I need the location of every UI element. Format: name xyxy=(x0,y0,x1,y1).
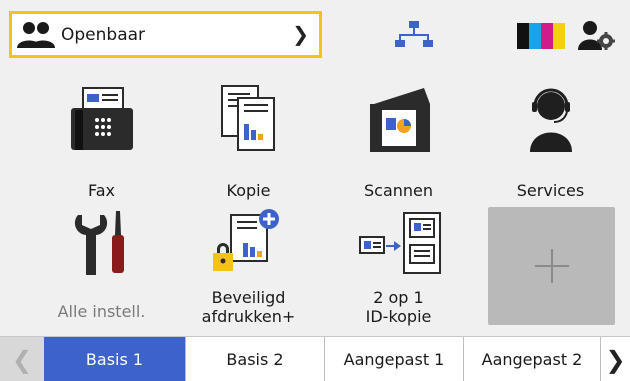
tab-scroll-right-icon[interactable]: ❯ xyxy=(601,337,630,381)
copy-icon xyxy=(218,84,280,156)
chevron-right-icon: ❯ xyxy=(292,22,309,46)
headset-person-icon xyxy=(516,84,586,158)
tab-bar: ❮ Basis 1 Basis 2 Aangepast 1 Aangepast … xyxy=(0,336,630,381)
tab-basis-1[interactable]: Basis 1 xyxy=(44,337,186,381)
id-copy-tile[interactable]: 2 op 1 ID-kopie xyxy=(336,209,461,326)
users-icon xyxy=(16,21,60,49)
secure-print-label-line2: afdrukken+ xyxy=(201,307,296,326)
services-label: Services xyxy=(516,181,585,200)
ink-black xyxy=(517,23,529,49)
tab-aangepast-2[interactable]: Aangepast 2 xyxy=(464,337,601,381)
add-shortcut-button[interactable] xyxy=(488,207,615,325)
fax-label: Fax xyxy=(87,181,115,200)
scan-tile[interactable]: Scannen xyxy=(336,82,461,200)
user-selector-label: Openbaar xyxy=(61,24,146,45)
function-grid: Fax Kopie Scannen Services Alle instell.… xyxy=(0,68,630,336)
ink-yellow xyxy=(553,23,565,49)
id-copy-label-line2: ID-kopie xyxy=(365,307,432,326)
network-icon[interactable] xyxy=(393,20,435,50)
tools-icon xyxy=(72,209,132,281)
tab-basis-2[interactable]: Basis 2 xyxy=(186,337,325,381)
user-selector[interactable]: Openbaar ❯ xyxy=(9,11,322,58)
secure-print-label-line1: Beveiligd xyxy=(211,288,286,307)
copy-tile[interactable]: Kopie xyxy=(186,82,311,200)
secure-print-icon xyxy=(211,209,287,277)
ink-cyan xyxy=(529,23,541,49)
ink-magenta xyxy=(541,23,553,49)
fax-tile[interactable]: Fax xyxy=(39,82,164,200)
services-tile[interactable]: Services xyxy=(488,82,613,200)
secure-print-tile[interactable]: Beveiligd afdrukken+ xyxy=(186,209,311,326)
settings-label: Alle instell. xyxy=(57,302,146,321)
copy-label: Kopie xyxy=(226,181,271,200)
admin-settings-icon[interactable] xyxy=(578,20,616,50)
fax-icon xyxy=(69,86,135,156)
tab-aangepast-1[interactable]: Aangepast 1 xyxy=(325,337,464,381)
id-card-copy-icon xyxy=(354,211,444,279)
scan-label: Scannen xyxy=(363,181,434,200)
id-copy-label-line1: 2 op 1 xyxy=(373,288,424,307)
scanner-icon xyxy=(364,84,434,158)
ink-level-icon[interactable] xyxy=(517,23,565,49)
top-bar: Openbaar ❯ xyxy=(0,0,630,68)
settings-tile[interactable]: Alle instell. xyxy=(39,209,164,325)
tab-scroll-left-icon[interactable]: ❮ xyxy=(0,337,44,381)
